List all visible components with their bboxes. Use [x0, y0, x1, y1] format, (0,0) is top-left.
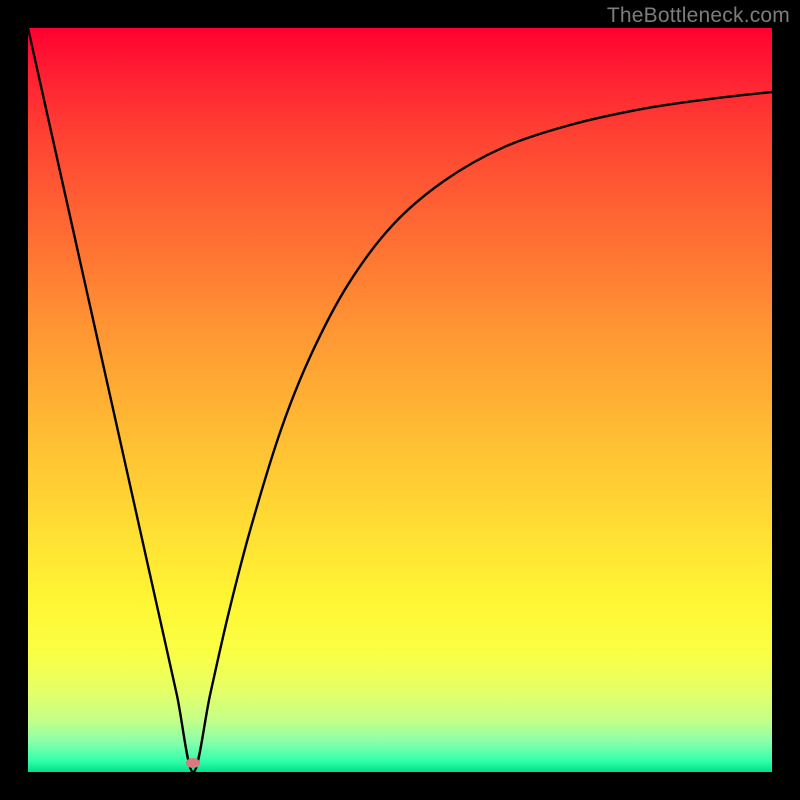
watermark-text: TheBottleneck.com [607, 4, 790, 28]
chart-frame: TheBottleneck.com [0, 0, 800, 800]
bottleneck-curve [28, 28, 772, 772]
minimum-marker [186, 758, 200, 768]
curve-layer [28, 28, 772, 772]
plot-area [28, 28, 772, 772]
